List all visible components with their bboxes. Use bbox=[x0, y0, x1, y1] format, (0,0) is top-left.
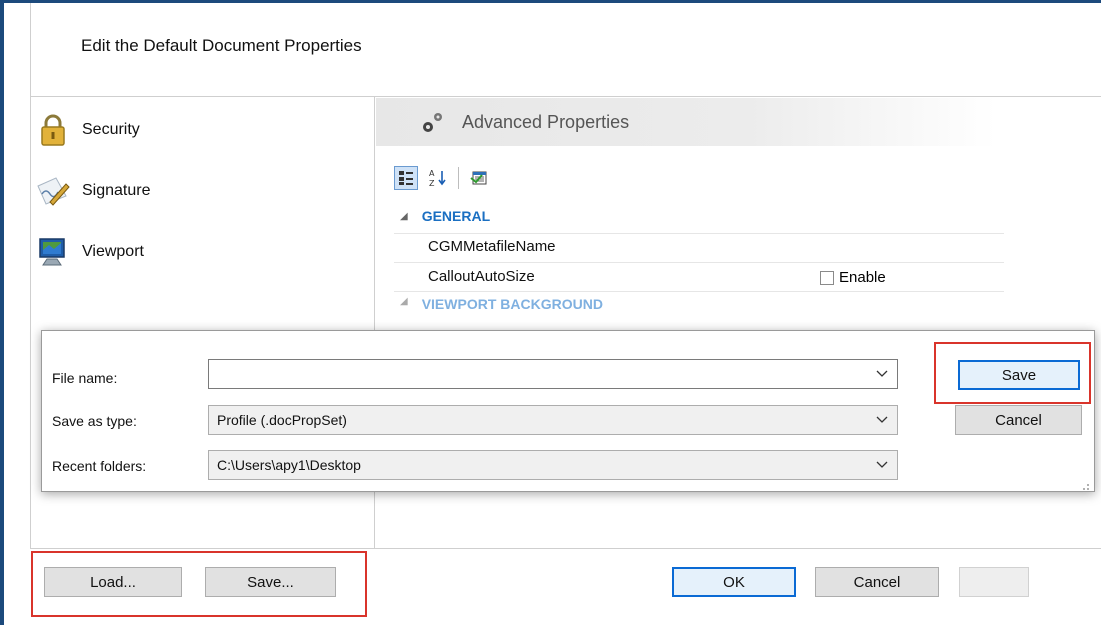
property-cgmmetafilename[interactable]: CGMMetafileName bbox=[428, 238, 556, 255]
monitor-icon bbox=[36, 235, 70, 269]
categorized-icon[interactable] bbox=[394, 166, 418, 190]
category-general[interactable]: ◢ GENERAL bbox=[400, 208, 490, 224]
nav-label-viewport: Viewport bbox=[82, 243, 144, 260]
calloutautosize-value[interactable]: Enable bbox=[820, 269, 886, 286]
footer-save-button[interactable]: Save... bbox=[205, 567, 336, 597]
cancel-button[interactable]: Cancel bbox=[815, 567, 939, 597]
svg-text:Z: Z bbox=[429, 179, 435, 188]
advanced-properties-title: Advanced Properties bbox=[462, 111, 630, 132]
property-pages-icon[interactable] bbox=[467, 166, 491, 190]
save-as-type-value: Profile (.docPropSet) bbox=[217, 412, 347, 428]
collapse-arrow-icon[interactable]: ◢ bbox=[400, 211, 408, 222]
apply-button[interactable] bbox=[959, 567, 1029, 597]
recent-folders-label: Recent folders: bbox=[52, 458, 147, 474]
property-grid-toolbar: A Z bbox=[394, 163, 499, 193]
content-frame-left bbox=[30, 3, 31, 548]
recent-folders-value: C:\Users\apy1\Desktop bbox=[217, 457, 361, 473]
chevron-down-icon[interactable] bbox=[867, 416, 897, 424]
enable-label: Enable bbox=[839, 269, 886, 286]
file-name-input[interactable] bbox=[208, 359, 898, 389]
advanced-properties-header: Advanced Properties bbox=[376, 98, 996, 146]
resize-grip-icon[interactable] bbox=[1080, 478, 1090, 490]
chevron-down-icon[interactable] bbox=[867, 461, 897, 469]
category-viewport-background[interactable]: ◢ VIEWPORT BACKGROUND bbox=[400, 296, 603, 309]
properties-dialog: Edit the Default Document Properties Sec… bbox=[0, 0, 1101, 625]
load-button[interactable]: Load... bbox=[44, 567, 182, 597]
footer-divider bbox=[30, 548, 1101, 549]
file-name-label: File name: bbox=[52, 370, 118, 386]
save-as-type-select[interactable]: Profile (.docPropSet) bbox=[208, 405, 898, 435]
property-calloutautosize[interactable]: CalloutAutoSize bbox=[428, 268, 535, 285]
dialog-save-button[interactable]: Save bbox=[958, 360, 1080, 390]
recent-folders-select[interactable]: C:\Users\apy1\Desktop bbox=[208, 450, 898, 480]
alphabetical-icon[interactable]: A Z bbox=[426, 166, 450, 190]
title-divider bbox=[30, 96, 1101, 97]
save-as-type-label: Save as type: bbox=[52, 413, 137, 429]
save-file-dialog: File name: Save as type: Profile (.docPr… bbox=[41, 330, 1095, 492]
nav-item-security[interactable]: Security bbox=[36, 110, 140, 150]
nav-label-signature: Signature bbox=[82, 182, 151, 199]
dialog-title: Edit the Default Document Properties bbox=[81, 36, 362, 55]
ok-button[interactable]: OK bbox=[672, 567, 796, 597]
svg-text:A: A bbox=[429, 169, 435, 178]
category-general-label: GENERAL bbox=[421, 208, 491, 224]
collapse-arrow-icon[interactable]: ◢ bbox=[400, 296, 408, 307]
gears-icon bbox=[418, 107, 448, 137]
lock-icon bbox=[36, 113, 70, 147]
grid-line bbox=[394, 291, 1004, 292]
signature-icon bbox=[36, 174, 70, 208]
nav-item-viewport[interactable]: Viewport bbox=[36, 232, 144, 272]
category-viewport-background-label: VIEWPORT BACKGROUND bbox=[421, 296, 603, 309]
nav-item-signature[interactable]: Signature bbox=[36, 171, 151, 211]
grid-line bbox=[394, 233, 1004, 234]
grid-line bbox=[394, 262, 1004, 263]
dialog-cancel-button[interactable]: Cancel bbox=[955, 405, 1082, 435]
nav-label-security: Security bbox=[82, 121, 140, 138]
enable-checkbox[interactable] bbox=[820, 270, 834, 285]
chevron-down-icon[interactable] bbox=[867, 370, 897, 378]
toolbar-separator bbox=[458, 167, 459, 189]
